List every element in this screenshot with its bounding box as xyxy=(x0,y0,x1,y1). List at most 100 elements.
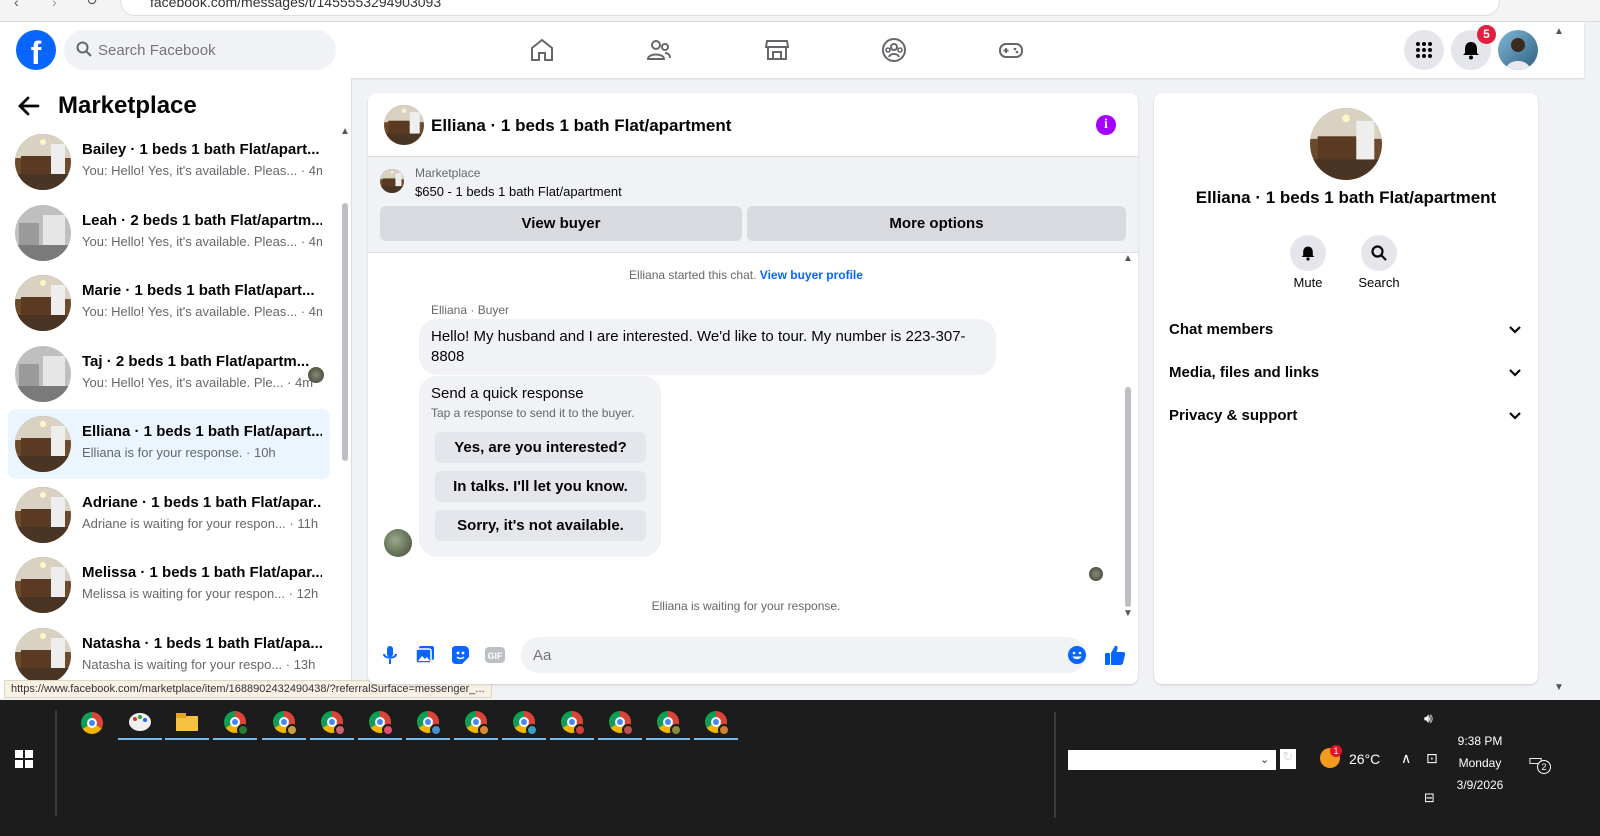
mute-bell-icon[interactable] xyxy=(1290,235,1326,271)
more-options-button[interactable]: More options xyxy=(747,206,1126,241)
chrome-app-icon[interactable] xyxy=(358,706,402,740)
search-label[interactable]: Search xyxy=(1339,275,1419,290)
conversation-thumbnail xyxy=(15,134,71,190)
system-clock[interactable]: 9:38 PM Monday 3/9/2026 xyxy=(1450,730,1510,796)
view-buyer-button[interactable]: View buyer xyxy=(380,206,742,241)
chrome-app-icon[interactable] xyxy=(502,706,546,740)
photo-icon[interactable] xyxy=(413,643,437,667)
address-url[interactable]: facebook.com/messages/t/1455553294903093 xyxy=(150,0,441,10)
taskbar-divider xyxy=(1054,712,1056,818)
quick-response-subtitle: Tap a response to send it to the buyer. xyxy=(431,406,635,420)
microphone-icon[interactable] xyxy=(378,643,402,667)
conversation-name: Natasha · 1 beds 1 bath Flat/apa... xyxy=(82,634,322,652)
gaming-icon[interactable] xyxy=(981,30,1041,70)
view-buyer-profile-link[interactable]: View buyer profile xyxy=(760,268,863,282)
chat-details-panel: Elliana · 1 beds 1 bath Flat/apartment M… xyxy=(1154,93,1538,684)
taskbar-divider xyxy=(55,710,57,816)
search-icon xyxy=(76,41,92,57)
chrome-app-icon[interactable] xyxy=(70,706,114,740)
section-media-files-links[interactable]: Media, files and links xyxy=(1169,353,1523,393)
clock-day: Monday xyxy=(1458,756,1502,770)
quick-response-in-talks[interactable]: In talks. I'll let you know. xyxy=(435,471,646,502)
conversation-item[interactable]: Adriane · 1 beds 1 bath Flat/apar... Adri… xyxy=(8,480,330,550)
info-icon[interactable]: i xyxy=(1096,115,1116,135)
like-thumb-icon[interactable] xyxy=(1103,643,1127,667)
temperature[interactable]: 26°C xyxy=(1349,751,1380,767)
volume-icon[interactable]: 🔊︎ xyxy=(1424,710,1433,727)
page-scrollbar[interactable]: ▲ ▼ xyxy=(1552,22,1566,700)
conversation-item[interactable]: Marie · 1 beds 1 bath Flat/apart... You: … xyxy=(8,268,330,338)
search-input[interactable] xyxy=(98,30,328,70)
groups-icon[interactable] xyxy=(864,30,924,70)
search-box[interactable] xyxy=(64,30,336,70)
quick-response-not-available[interactable]: Sorry, it's not available. xyxy=(435,510,646,541)
conversation-item[interactable]: Taj · 2 beds 1 bath Flat/apartm... You: H… xyxy=(8,339,330,409)
emoji-icon[interactable] xyxy=(1065,643,1089,667)
chrome-app-icon[interactable] xyxy=(646,706,690,740)
quick-response-box: Send a quick response Tap a response to … xyxy=(419,376,661,557)
chevron-down-icon[interactable]: ⌄ xyxy=(1260,753,1269,766)
chrome-app-icon[interactable] xyxy=(550,706,594,740)
taskbar-text-input[interactable] xyxy=(1068,750,1276,770)
page-scroll-down-icon[interactable]: ▼ xyxy=(1554,682,1564,693)
facebook-logo[interactable]: f xyxy=(16,30,56,70)
chrome-app-icon[interactable] xyxy=(262,706,306,740)
conversation-thumbnail xyxy=(15,416,71,472)
scroll-up-arrow-icon[interactable]: ▲ xyxy=(1123,253,1133,264)
scroll-up-arrow-icon[interactable]: ▲ xyxy=(340,126,350,137)
message-composer: GIF xyxy=(368,633,1138,677)
conversation-item[interactable]: Elliana · 1 beds 1 bath Flat/apart... Ell… xyxy=(8,409,330,479)
windows-start-icon[interactable] xyxy=(15,750,33,768)
conversation-name: Leah · 2 beds 1 bath Flat/apartm... xyxy=(82,211,322,229)
conversation-item[interactable]: Leah · 2 beds 1 bath Flat/apartm... You: … xyxy=(8,198,330,268)
chrome-app-icon[interactable] xyxy=(694,706,738,740)
section-privacy-support[interactable]: Privacy & support xyxy=(1169,396,1523,436)
reload-icon[interactable]: ↻ xyxy=(86,0,98,9)
conversation-preview: You: Hello! Yes, it's available. Pleas..… xyxy=(82,233,322,249)
sticker-icon[interactable] xyxy=(448,643,472,667)
page-scroll-up-icon[interactable]: ▲ xyxy=(1554,26,1564,37)
file-explorer-icon[interactable] xyxy=(165,706,209,740)
quick-response-interested[interactable]: Yes, are you interested? xyxy=(435,432,646,463)
buyer-avatar[interactable] xyxy=(384,529,412,557)
listing-thumbnail[interactable] xyxy=(384,105,424,145)
back-arrow-icon[interactable] xyxy=(18,96,40,116)
listing-large-thumbnail[interactable] xyxy=(1310,108,1382,180)
marketplace-icon[interactable] xyxy=(747,30,807,70)
search-conversation-icon[interactable] xyxy=(1361,235,1397,271)
profile-avatar[interactable] xyxy=(1498,30,1538,70)
chrome-app-icon[interactable] xyxy=(310,706,354,740)
chat-scrollbar[interactable] xyxy=(1125,387,1131,607)
conversation-thumbnail xyxy=(15,345,71,402)
conversation-item[interactable]: Bailey · 1 beds 1 bath Flat/apart... You:… xyxy=(8,127,330,197)
listing-price-title[interactable]: $650 - 1 beds 1 bath Flat/apartment xyxy=(415,184,622,199)
chrome-app-icon[interactable] xyxy=(406,706,450,740)
chrome-app-icon[interactable] xyxy=(598,706,642,740)
refresh-icon[interactable]: ↻ xyxy=(1280,749,1296,769)
conversation-name: Adriane · 1 beds 1 bath Flat/apar... xyxy=(82,493,322,511)
section-chat-members[interactable]: Chat members xyxy=(1169,310,1523,350)
scroll-down-arrow-icon[interactable]: ▼ xyxy=(1123,608,1133,619)
quick-response-title: Send a quick response xyxy=(431,385,584,402)
conversation-thumbnail xyxy=(15,275,71,331)
menu-grid-icon[interactable] xyxy=(1404,30,1444,70)
gif-icon[interactable]: GIF xyxy=(483,643,507,667)
chrome-app-icon[interactable] xyxy=(454,706,498,740)
chrome-app-icon[interactable] xyxy=(213,706,257,740)
network-icon[interactable]: ⊟ xyxy=(1424,790,1435,806)
conversation-item[interactable]: Melissa · 1 beds 1 bath Flat/apar... Meli… xyxy=(8,550,330,620)
listing-small-thumbnail[interactable] xyxy=(380,169,404,193)
message-input[interactable] xyxy=(521,637,1086,673)
friends-icon[interactable] xyxy=(629,30,689,70)
forward-icon[interactable]: › xyxy=(52,0,57,10)
home-icon[interactable] xyxy=(512,30,572,70)
mute-label[interactable]: Mute xyxy=(1268,275,1348,290)
sidebar-scrollbar[interactable] xyxy=(342,203,348,461)
tray-expand-icon[interactable]: ∧ xyxy=(1401,750,1411,767)
details-title: Elliana · 1 beds 1 bath Flat/apartment xyxy=(1195,188,1497,207)
meet-now-icon[interactable]: ⊡ xyxy=(1426,750,1438,767)
conversation-preview: Natasha is waiting for your respo... · 1… xyxy=(82,656,316,672)
back-icon[interactable]: ‹ xyxy=(14,0,19,10)
chat-title[interactable]: Elliana · 1 beds 1 bath Flat/apartment xyxy=(431,116,731,136)
paint-app-icon[interactable] xyxy=(118,706,162,740)
